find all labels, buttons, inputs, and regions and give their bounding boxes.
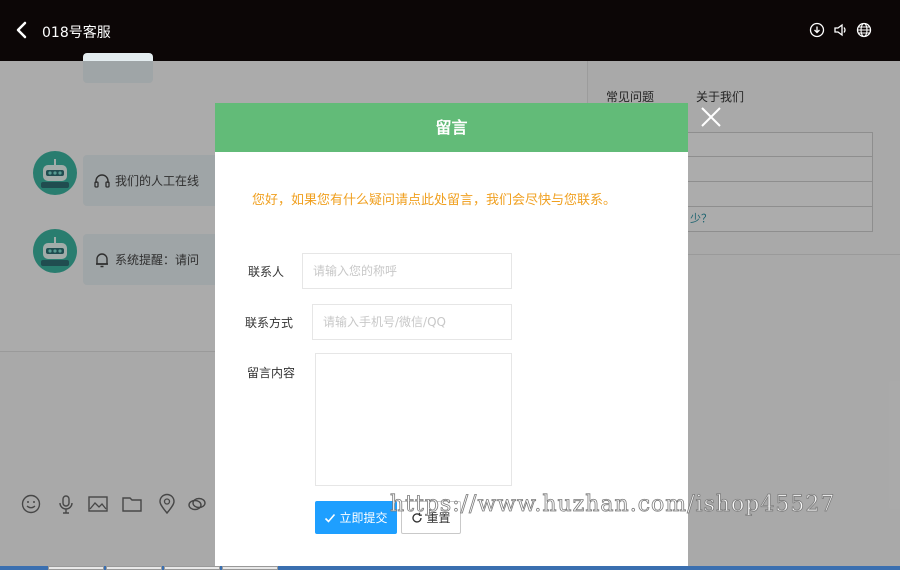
name-label: 联系人 [248,265,285,279]
close-icon[interactable] [698,104,724,130]
taskbar-tab[interactable] [48,566,104,570]
dialog-title: 留言 [215,103,688,152]
message-textarea[interactable] [315,353,512,486]
page-title: 018号客服 [42,25,111,41]
globe-icon[interactable] [856,22,872,38]
top-bar: 018号客服 [0,0,900,61]
watermark-text: https://www.huzhan.com/ishop45527 [390,492,836,518]
chevron-left-icon[interactable] [14,20,30,40]
contact-label: 联系方式 [245,316,294,330]
message-label: 留言内容 [247,366,296,380]
volume-icon[interactable] [833,22,849,38]
os-taskbar [0,566,900,570]
taskbar-tab[interactable] [164,566,220,570]
download-icon[interactable] [809,22,825,38]
submit-label: 立即提交 [339,511,388,525]
taskbar-tab[interactable] [106,566,162,570]
submit-button[interactable]: 立即提交 [315,501,397,534]
dialog-notice: 您好，如果您有什么疑问请点此处留言，我们会尽快与您联系。 [252,193,617,208]
check-icon [325,513,336,523]
taskbar-tab[interactable] [222,566,278,570]
name-input[interactable] [302,253,512,289]
contact-input[interactable] [312,304,512,340]
